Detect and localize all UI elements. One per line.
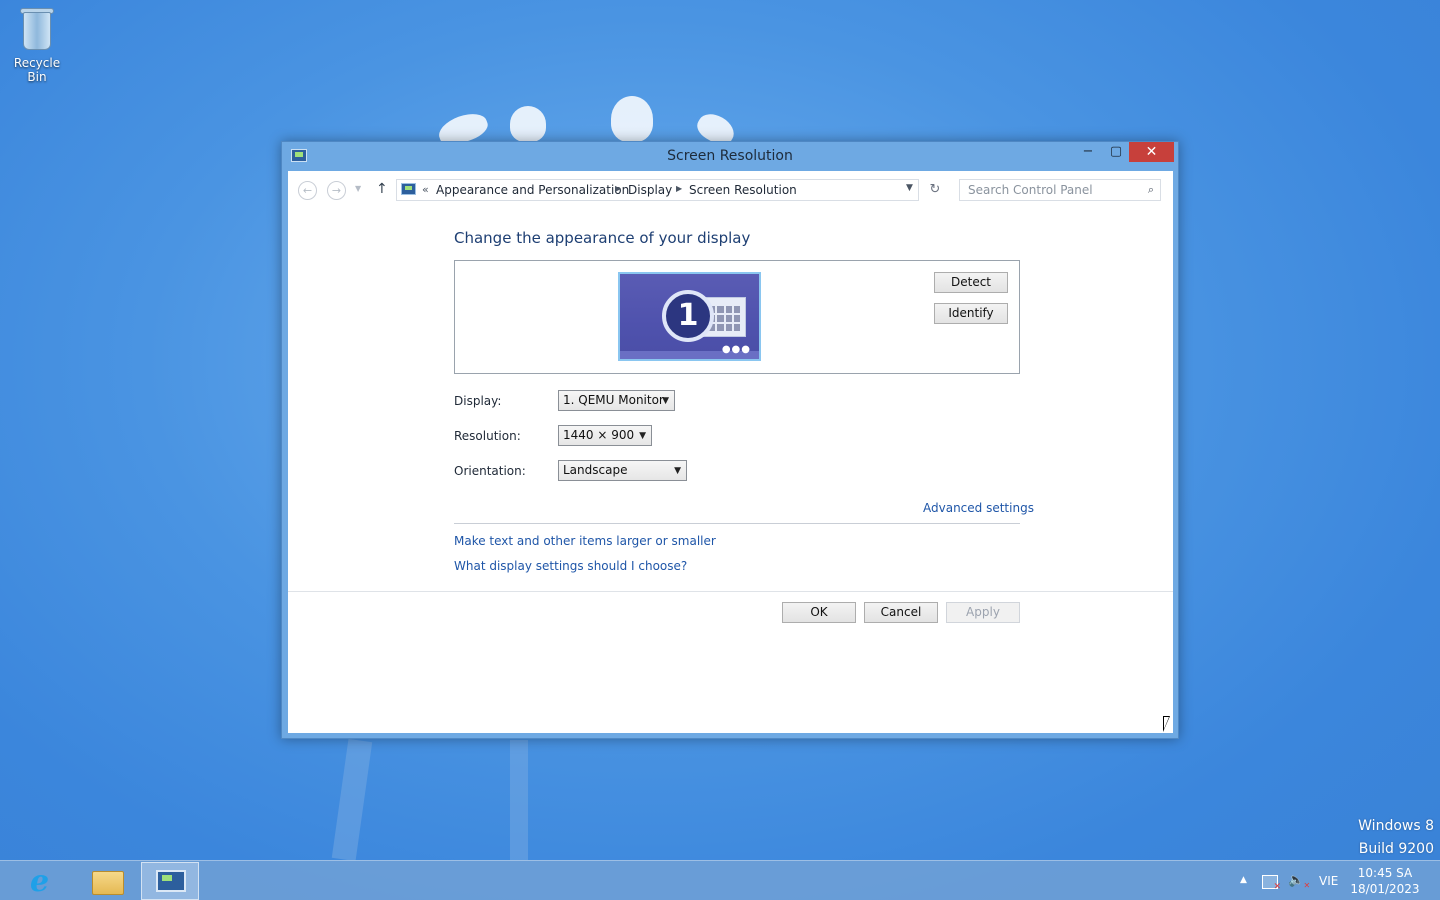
window-title: Screen Resolution (667, 148, 793, 164)
windows-build-watermark: Windows 8 Build 9200 (1358, 815, 1434, 861)
address-overflow[interactable]: « (422, 183, 429, 196)
text-size-link[interactable]: Make text and other items larger or smal… (454, 534, 716, 548)
back-arrow-icon[interactable]: ← (298, 181, 317, 200)
orientation-select[interactable]: Landscape ▼ (558, 460, 687, 481)
clock-time: 10:45 SA (1357, 866, 1413, 880)
recycle-bin[interactable]: Recycle Bin (4, 6, 70, 84)
control-panel-icon (401, 183, 416, 195)
breadcrumb-appearance[interactable]: Appearance and Personalization (436, 183, 629, 197)
network-disconnected-icon[interactable] (1262, 875, 1281, 892)
resolution-value: 1440 × 900 (563, 428, 635, 442)
search-input[interactable]: Search Control Panel ⌕ (959, 179, 1161, 201)
recent-locations-chevron-icon[interactable]: ▼ (355, 184, 361, 193)
minimize-button[interactable]: − (1074, 142, 1102, 162)
taskbar-dots-icon: ●●● (721, 344, 751, 355)
taskbar-internet-explorer[interactable]: e (16, 862, 74, 900)
chevron-down-icon: ▼ (674, 466, 681, 476)
window-content: ← → ▼ ↑ « Appearance and Personalization… (288, 171, 1173, 733)
up-arrow-icon[interactable]: ↑ (376, 181, 388, 197)
chevron-down-icon: ▼ (639, 431, 646, 441)
screen-resolution-window: Screen Resolution − ▢ ✕ ← → ▼ ↑ « Appear… (281, 141, 1179, 739)
display-select[interactable]: 1. QEMU Monitor ▼ (558, 390, 675, 411)
wallpaper-stem (510, 740, 528, 860)
taskbar-control-panel[interactable] (141, 862, 199, 900)
clock-date: 18/01/2023 (1350, 882, 1420, 896)
breadcrumb-chevron-icon[interactable]: ▶ (676, 184, 682, 193)
maximize-button[interactable]: ▢ (1102, 142, 1130, 162)
identify-button[interactable]: Identify (934, 303, 1008, 324)
input-language-indicator[interactable]: VIE (1319, 874, 1338, 888)
show-hidden-icons-chevron-icon[interactable]: ▲ (1240, 875, 1247, 885)
internet-explorer-icon: e (30, 864, 50, 899)
display-label: Display: (454, 394, 502, 408)
breadcrumb-chevron-icon[interactable]: ▶ (615, 184, 621, 193)
taskbar: e ▲ 🔈 VIE 10:45 SA 18/01/2023 (0, 860, 1440, 900)
display-value: 1. QEMU Monitor (563, 393, 664, 407)
address-dropdown-icon[interactable]: ▼ (906, 183, 913, 193)
display-settings-help-link[interactable]: What display settings should I choose? (454, 559, 687, 573)
apply-button: Apply (946, 602, 1020, 623)
volume-muted-icon[interactable]: 🔈 (1288, 873, 1310, 890)
taskbar-file-explorer[interactable] (79, 862, 137, 900)
page-title: Change the appearance of your display (454, 229, 751, 247)
divider (454, 523, 1020, 524)
close-button[interactable]: ✕ (1129, 142, 1174, 162)
file-explorer-icon (92, 871, 124, 895)
orientation-value: Landscape (563, 463, 628, 477)
ok-button[interactable]: OK (782, 602, 856, 623)
forward-arrow-icon[interactable]: → (327, 181, 346, 200)
breadcrumb-display[interactable]: Display (628, 183, 672, 197)
watermark-line1: Windows 8 (1358, 818, 1434, 834)
address-bar[interactable]: « Appearance and Personalization ▶ Displ… (396, 179, 919, 201)
taskbar-clock[interactable]: 10:45 SA 18/01/2023 (1350, 865, 1420, 897)
recycle-bin-label: Recycle Bin (13, 56, 61, 84)
wallpaper-petal (611, 96, 653, 142)
control-panel-icon (156, 870, 186, 892)
chevron-down-icon: ▼ (662, 396, 669, 406)
breadcrumb-screen-resolution[interactable]: Screen Resolution (689, 183, 797, 197)
title-bar[interactable]: Screen Resolution − ▢ ✕ (282, 142, 1178, 171)
detect-button[interactable]: Detect (934, 272, 1008, 293)
refresh-icon[interactable]: ↻ (925, 180, 945, 200)
monitor-number: 1 (662, 290, 714, 342)
search-placeholder: Search Control Panel (968, 183, 1093, 197)
mouse-cursor-icon (1163, 716, 1177, 732)
navigation-bar: ← → ▼ ↑ « Appearance and Personalization… (288, 171, 1173, 209)
wallpaper-petal (510, 106, 546, 142)
monitor-1-thumbnail[interactable]: 1 ●●● (618, 272, 761, 361)
watermark-line2: Build 9200 (1358, 841, 1434, 857)
resolution-select[interactable]: 1440 × 900 ▼ (558, 425, 652, 446)
resolution-label: Resolution: (454, 429, 521, 443)
orientation-label: Orientation: (454, 464, 526, 478)
footer-divider (288, 591, 1173, 592)
cancel-button[interactable]: Cancel (864, 602, 938, 623)
recycle-bin-icon (19, 6, 55, 52)
advanced-settings-link[interactable]: Advanced settings (923, 501, 1034, 515)
monitor-preview-area: 1 ●●● Detect Identify (454, 260, 1020, 374)
search-icon[interactable]: ⌕ (1148, 183, 1154, 197)
wallpaper-stem (331, 738, 373, 862)
